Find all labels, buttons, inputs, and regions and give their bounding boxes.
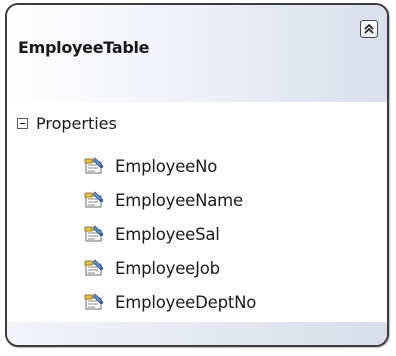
property-icon: [84, 157, 104, 174]
list-item[interactable]: EmployeeDeptNo: [83, 285, 256, 319]
entity-shape[interactable]: EmployeeTable Properties EmployeeNo Empl…: [5, 3, 389, 347]
list-item[interactable]: EmployeeJob: [83, 251, 256, 285]
entity-title: EmployeeTable: [18, 38, 150, 57]
property-label: EmployeeDeptNo: [115, 292, 257, 312]
property-icon: [84, 259, 104, 276]
collapse-minus-icon[interactable]: [17, 117, 28, 129]
section-label: Properties: [36, 113, 117, 133]
property-icon: [84, 293, 104, 310]
property-icon: [84, 225, 104, 242]
list-item[interactable]: EmployeeName: [83, 183, 256, 217]
property-label: EmployeeSal: [115, 224, 220, 244]
property-label: EmployeeNo: [115, 156, 218, 176]
property-label: EmployeeName: [115, 190, 243, 210]
entity-footer: [7, 322, 387, 345]
property-label: EmployeeJob: [115, 258, 220, 278]
entity-header[interactable]: EmployeeTable: [7, 5, 387, 102]
entity-body: Properties EmployeeNo EmployeeName Emplo…: [7, 102, 387, 327]
property-icon: [84, 191, 104, 208]
properties-section-header[interactable]: Properties: [17, 113, 117, 133]
property-list: EmployeeNo EmployeeName EmployeeSal Empl…: [83, 149, 256, 319]
list-item[interactable]: EmployeeSal: [83, 217, 256, 251]
double-chevron-up-icon: [364, 23, 374, 34]
collapse-button[interactable]: [360, 20, 378, 38]
list-item[interactable]: EmployeeNo: [83, 149, 256, 183]
